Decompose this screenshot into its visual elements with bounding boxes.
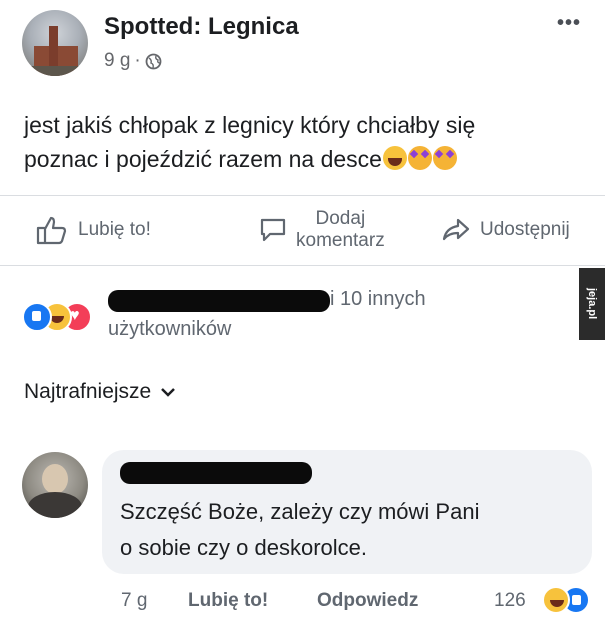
- comment-button[interactable]: Dodaj komentarz: [258, 200, 385, 260]
- comment-like-button[interactable]: Lubię to!: [188, 590, 268, 612]
- comment-text-line: o sobie czy o deskorolce.: [120, 535, 368, 560]
- redacted-name: [108, 290, 330, 312]
- comment-text-line: Szczęść Boże, zależy czy mówi Pani: [120, 499, 480, 524]
- post-time[interactable]: 9 g: [104, 50, 130, 72]
- share-icon: [442, 218, 470, 241]
- thumbs-up-icon: [36, 216, 67, 245]
- globe-icon: [145, 53, 162, 70]
- star-struck-emoji-icon: [407, 146, 432, 170]
- haha-reaction-icon: [542, 586, 570, 614]
- comment-text: Szczęść Boże, zależy czy mówi Pani o sob…: [120, 494, 580, 566]
- comment-sort-dropdown[interactable]: Najtrafniejsze: [24, 380, 176, 404]
- meta-separator: ·: [134, 50, 141, 71]
- reaction-users-text[interactable]: użytkowników: [108, 318, 231, 341]
- comment-label-line2: komentarz: [296, 230, 385, 251]
- chevron-down-icon: [161, 388, 176, 397]
- comment-label-line1: Dodaj: [315, 208, 366, 229]
- reaction-others-text[interactable]: i 10 innych: [330, 288, 426, 311]
- commenter-avatar[interactable]: [22, 452, 88, 518]
- watermark-tab: jeja.pl: [579, 268, 605, 340]
- divider: [0, 195, 605, 196]
- share-label: Udostępnij: [480, 219, 570, 240]
- star-struck-emoji-icon: [432, 146, 457, 170]
- comment-time[interactable]: 7 g: [121, 590, 147, 612]
- post-text-line: poznac i pojeździć razem na desce: [24, 142, 584, 176]
- post-meta: 9 g ·: [104, 50, 162, 72]
- divider: [0, 265, 605, 266]
- share-button[interactable]: Udostępnij: [440, 200, 570, 260]
- sort-label: Najtrafniejsze: [24, 380, 152, 403]
- page-name[interactable]: Spotted: Legnica: [104, 13, 299, 41]
- redacted-commenter-name: [120, 462, 312, 484]
- comment-label: Dodaj komentarz: [296, 208, 385, 252]
- reactions-summary[interactable]: [22, 302, 102, 332]
- post-text: jest jakiś chłopak z legnicy który chcia…: [24, 108, 584, 176]
- post-text-line2: poznac i pojeździć razem na desce: [24, 146, 382, 172]
- page-avatar[interactable]: [22, 10, 88, 76]
- comment-reaction-count[interactable]: 126: [494, 590, 526, 612]
- like-button[interactable]: Lubię to!: [34, 200, 151, 260]
- comment-reactions[interactable]: [542, 586, 602, 616]
- comment-icon: [260, 218, 286, 242]
- laughing-emoji-icon: [382, 146, 407, 170]
- like-label: Lubię to!: [78, 219, 151, 240]
- like-reaction-icon: [22, 302, 52, 332]
- more-options-icon[interactable]: •••: [557, 12, 581, 35]
- post-text-line: jest jakiś chłopak z legnicy który chcia…: [24, 112, 476, 138]
- comment-reply-button[interactable]: Odpowiedz: [317, 590, 418, 612]
